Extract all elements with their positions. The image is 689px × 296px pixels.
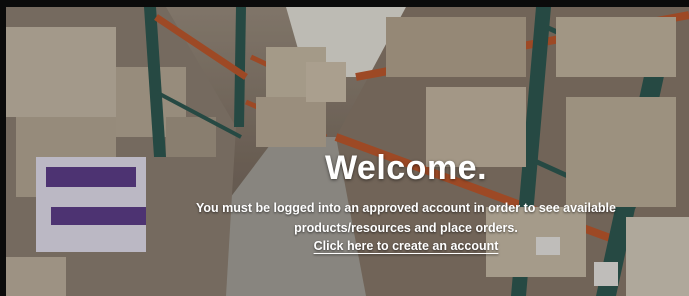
create-account-container: Click here to create an account [256, 239, 556, 253]
welcome-heading: Welcome. [324, 149, 488, 187]
message-line-1: You must be logged into an approved acco… [196, 201, 616, 215]
login-required-message: You must be logged into an approved acco… [166, 198, 646, 238]
message-line-2: products/resources and place orders. [294, 221, 518, 235]
create-account-link[interactable]: Click here to create an account [314, 239, 499, 253]
page-frame: Welcome. You must be logged into an appr… [0, 0, 689, 296]
welcome-content: Welcome. You must be logged into an appr… [6, 7, 689, 296]
hero-banner: Welcome. You must be logged into an appr… [6, 7, 689, 296]
top-border [0, 0, 689, 7]
